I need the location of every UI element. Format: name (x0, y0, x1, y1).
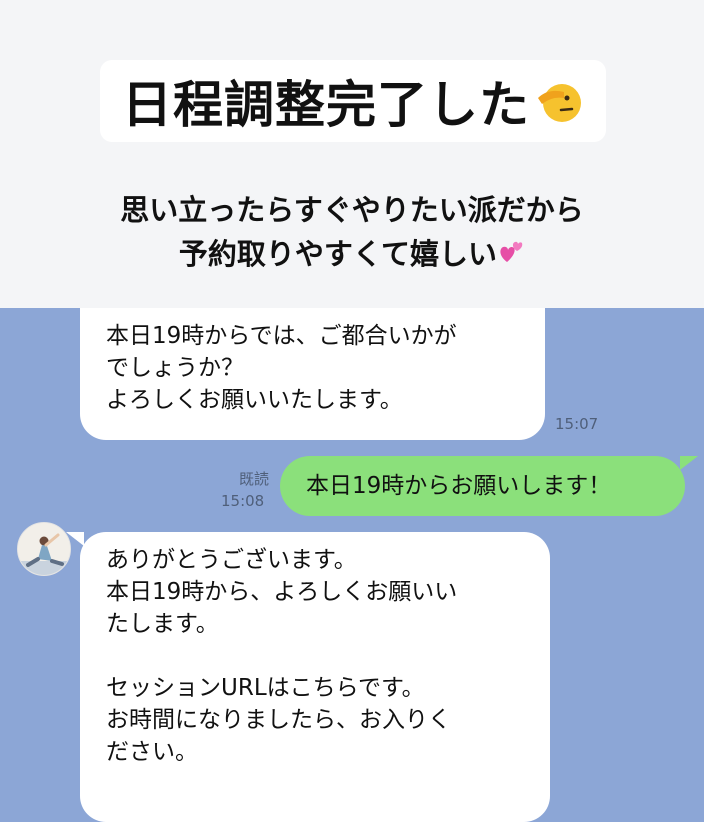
title-box: 日程調整完了した (100, 60, 606, 142)
subtitle-line-1: 思い立ったらすぐやりたい派だから (120, 193, 584, 227)
page-title: 日程調整完了した (122, 76, 530, 134)
incoming-bubble-tail (66, 532, 84, 546)
message-line: よろしくお願いいたします。 (106, 387, 403, 413)
message-line: お時間になりましたら、お入りく (106, 707, 451, 733)
outgoing-message-bubble[interactable]: 本日19時からお願いします！ (280, 456, 685, 516)
avatar[interactable] (17, 522, 71, 576)
message-time: 15:08 (221, 492, 265, 510)
read-receipt: 既読 (239, 470, 270, 488)
saluting-face-icon (534, 76, 584, 126)
message-line: でしょうか？ (106, 355, 244, 381)
subtitle-line-2: 予約取りやすくて嬉しい (0, 232, 704, 276)
message-line: たします。 (106, 611, 219, 637)
two-hearts-icon (497, 234, 525, 262)
incoming-message-bubble[interactable]: 本日19時からでは、ご都合いかが でしょうか？ よろしくお願いいたします。 (80, 308, 545, 440)
message-time: 15:07 (555, 415, 599, 433)
header: 日程調整完了した 思い立ったらすぐやりたい派だから 予約取りやすくて嬉しい (0, 0, 704, 308)
message-text: 本日19時からお願いします！ (306, 473, 612, 499)
message-line: 本日19時からでは、ご都合いかが (106, 323, 457, 349)
subtitle-line-2-text: 予約取りやすくて嬉しい (178, 237, 498, 271)
message-line: ありがとうございます。 (106, 547, 357, 573)
outgoing-bubble-tail (680, 456, 698, 470)
message-line: ださい。 (106, 739, 198, 765)
message-line: セッションURLはこちらです。 (106, 675, 425, 701)
subtitle: 思い立ったらすぐやりたい派だから 予約取りやすくて嬉しい (0, 188, 704, 276)
message-line: 本日19時から、よろしくお願いい (106, 579, 458, 605)
incoming-message-bubble[interactable]: ありがとうございます。 本日19時から、よろしくお願いい たします。 セッション… (80, 532, 550, 822)
